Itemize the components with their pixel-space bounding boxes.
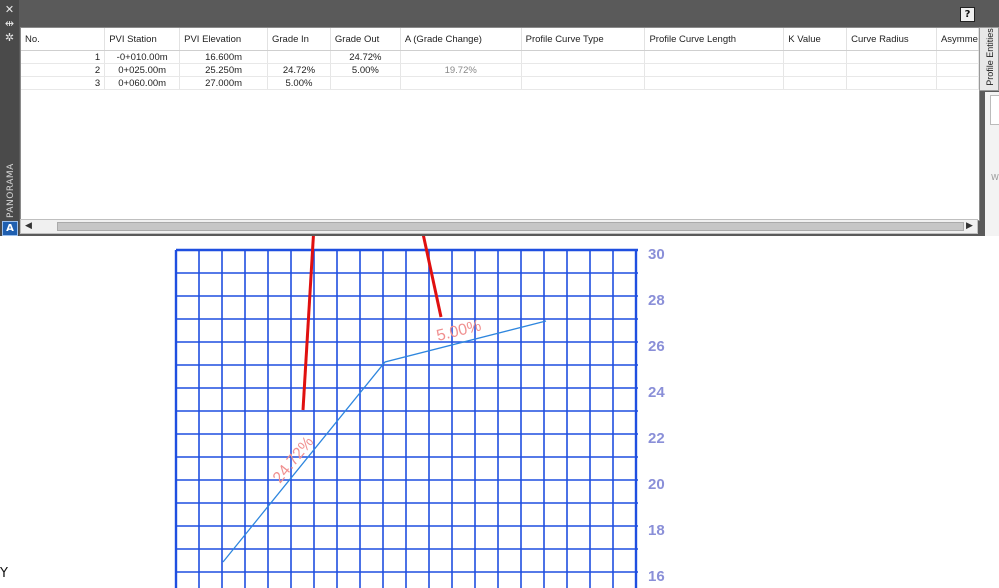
column-header-curve-length[interactable]: Profile Curve Length	[644, 28, 785, 51]
close-icon[interactable]: ✕	[3, 3, 16, 16]
elevation-tick-label: 24	[648, 384, 665, 401]
table-row[interactable]: 1 -0+010.00m 16.600m 24.72%	[21, 50, 979, 64]
scroll-right-arrow-icon[interactable]: ▶	[964, 221, 975, 232]
cell-no[interactable]: 3	[21, 76, 106, 90]
cell-station[interactable]: 0+060.00m	[104, 76, 181, 90]
column-header-grade-in[interactable]: Grade In	[267, 28, 331, 51]
table-row[interactable]: 2 0+025.00m 25.250m 24.72% 5.00% 19.72%	[21, 63, 979, 77]
elevation-tick-label: 30	[648, 246, 665, 263]
column-header-grade-out[interactable]: Grade Out	[330, 28, 401, 51]
cell-elevation[interactable]: 27.000m	[179, 76, 268, 90]
pvi-table: No. PVI Station PVI Elevation Grade In G…	[21, 28, 979, 90]
cell-elevation[interactable]: 16.600m	[179, 50, 268, 64]
column-header-pvi-elevation[interactable]: PVI Elevation	[179, 28, 268, 51]
elevation-tick-label: 22	[648, 430, 665, 447]
cell-no[interactable]: 2	[21, 63, 106, 77]
panorama-title: PANORAMA	[2, 150, 18, 220]
right-panel-scroll[interactable]	[990, 95, 999, 125]
cell-curve-length[interactable]	[644, 50, 785, 64]
cell-grade-in[interactable]: 5.00%	[267, 76, 331, 90]
right-panel-stub-text: W	[991, 173, 999, 182]
elevation-tick-label: 20	[648, 476, 665, 493]
profile-drawing[interactable]: 30 28 26 24 22 20 18 16 24.72% 5.00%	[0, 236, 999, 588]
horizontal-scrollbar[interactable]: ◀ ▶	[20, 219, 978, 234]
cell-grade-in[interactable]	[267, 50, 331, 64]
tab-profile-entities[interactable]: Profile Entities	[979, 27, 999, 91]
cell-curve-type[interactable]	[521, 63, 646, 77]
grade-label-1: 24.72%	[270, 434, 317, 487]
column-header-no[interactable]: No.	[21, 28, 106, 51]
cell-curve-length[interactable]	[644, 76, 785, 90]
profile-grid-view: No. PVI Station PVI Elevation Grade In G…	[20, 27, 980, 221]
scrollbar-thumb[interactable]	[57, 222, 964, 231]
cell-grade-change[interactable]: 19.72%	[400, 63, 522, 77]
cell-station[interactable]: 0+025.00m	[104, 63, 181, 77]
cell-curve-radius[interactable]	[846, 76, 937, 90]
autocad-icon[interactable]: A	[2, 221, 18, 236]
column-header-grade-change[interactable]: A (Grade Change)	[400, 28, 522, 51]
cell-curve-radius[interactable]	[846, 50, 937, 64]
elevation-tick-label: 26	[648, 338, 665, 355]
elevation-tick-label: 16	[648, 568, 665, 585]
cell-grade-out[interactable]: 24.72%	[330, 50, 401, 64]
cell-grade-in[interactable]: 24.72%	[267, 63, 331, 77]
ucs-y-label: Y	[0, 566, 8, 581]
cell-k-value[interactable]	[783, 76, 848, 90]
cell-k-value[interactable]	[783, 63, 848, 77]
cell-asymmetrical[interactable]	[936, 50, 979, 64]
cell-asymmetrical[interactable]	[936, 63, 979, 77]
table-header-row: No. PVI Station PVI Elevation Grade In G…	[21, 28, 979, 51]
cell-curve-radius[interactable]	[846, 63, 937, 77]
cell-curve-type[interactable]	[521, 50, 646, 64]
properties-icon[interactable]: ✲	[3, 31, 16, 44]
column-header-k-value[interactable]: K Value	[783, 28, 848, 51]
panorama-title-text: PANORAMA	[6, 163, 16, 218]
column-header-asymmetrical[interactable]: Asymme	[936, 28, 979, 51]
cell-grade-change[interactable]	[400, 76, 522, 90]
panorama-window: ✕ ⇹ ✲ PANORAMA A ? No. PVI Station PVI E…	[0, 0, 999, 236]
elevation-tick-labels: 30 28 26 24 22 20 18 16	[648, 246, 665, 585]
cell-curve-type[interactable]	[521, 76, 646, 90]
column-header-pvi-station[interactable]: PVI Station	[104, 28, 181, 51]
panorama-side-bar: ✕ ⇹ ✲ PANORAMA A	[0, 0, 19, 236]
auto-hide-icon[interactable]: ⇹	[3, 17, 16, 30]
cell-no[interactable]: 1	[21, 50, 106, 64]
cell-grade-out[interactable]	[330, 76, 401, 90]
elevation-tick-label: 18	[648, 522, 665, 539]
cell-station[interactable]: -0+010.00m	[104, 50, 181, 64]
elevation-tick-label: 28	[648, 292, 665, 309]
cell-asymmetrical[interactable]	[936, 76, 979, 90]
tab-profile-entities-label: Profile Entities	[985, 28, 995, 86]
cell-k-value[interactable]	[783, 50, 848, 64]
cell-grade-out[interactable]: 5.00%	[330, 63, 401, 77]
arrow-grade-out	[421, 236, 443, 318]
help-button[interactable]: ?	[960, 7, 975, 22]
column-header-curve-type[interactable]: Profile Curve Type	[521, 28, 646, 51]
cell-elevation[interactable]: 25.250m	[179, 63, 268, 77]
annotation-arrows	[301, 236, 443, 411]
cell-grade-change[interactable]	[400, 50, 522, 64]
scroll-left-arrow-icon[interactable]: ◀	[23, 221, 34, 232]
profile-grid	[174, 248, 638, 588]
table-row[interactable]: 3 0+060.00m 27.000m 5.00%	[21, 76, 979, 90]
column-header-curve-radius[interactable]: Curve Radius	[846, 28, 937, 51]
arrow-grade-in	[301, 236, 315, 411]
cell-curve-length[interactable]	[644, 63, 785, 77]
